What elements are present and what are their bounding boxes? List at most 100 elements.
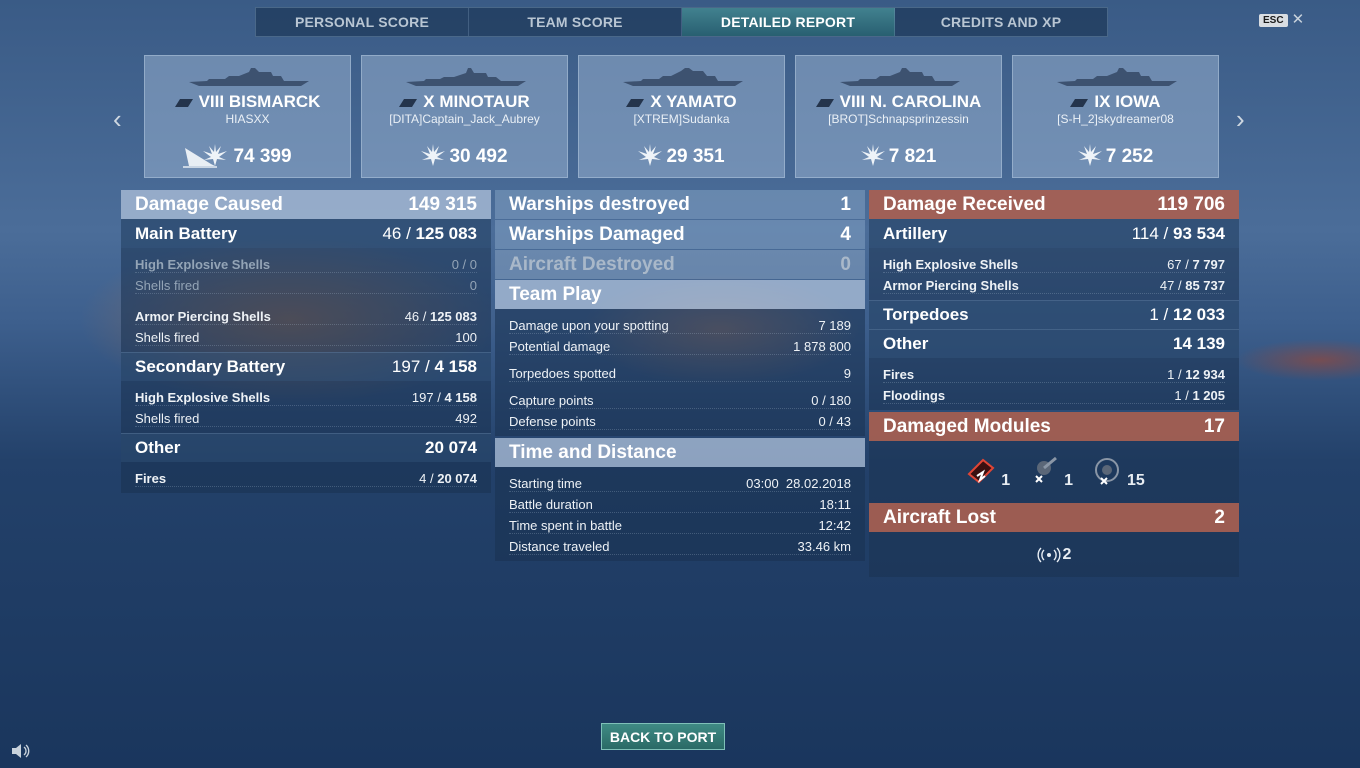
module-stat: 15	[1089, 454, 1145, 490]
close-icon[interactable]: ✕	[1292, 12, 1305, 27]
other-caused-section: Fires 4 / 20 074	[121, 462, 491, 493]
tab-detailed-report[interactable]: DETAILED REPORT	[682, 8, 895, 36]
stat-row: Starting time 03:00 28.02.2018	[509, 471, 851, 492]
cruiser-class-icon	[399, 98, 418, 107]
stat-row: Time spent in battle 12:42	[509, 513, 851, 534]
stat-row: Fires 1 / 12 934	[883, 362, 1225, 383]
stat-row: Battle duration 18:11	[509, 492, 851, 513]
main-battery-value: 46 / 125 083	[382, 223, 477, 243]
ship-name: IOWA	[1115, 92, 1161, 111]
other-caused-header: Other 20 074	[121, 433, 491, 462]
ship-title: VIII BISMARCK	[145, 92, 350, 112]
artillery-section: High Explosive Shells 67 / 7 797 Armor Pi…	[869, 248, 1239, 300]
ship-tier: VIII	[198, 92, 225, 111]
stat-row: Shells fired 100	[135, 325, 477, 346]
spotter-plane-icon	[1036, 547, 1061, 562]
stat-row: Distance traveled 33.46 km	[509, 534, 851, 555]
player-name: [BROT]Schnapsprinzessin	[828, 112, 969, 126]
explosion-icon	[1077, 144, 1102, 166]
aircraft-lost-icons: 2	[869, 532, 1239, 577]
explosion-icon	[860, 144, 885, 166]
stat-row: Armor Piercing Shells 47 / 85 737	[883, 273, 1225, 294]
stat-row: Potential damage 1 878 800	[509, 334, 851, 355]
aircraft-destroyed-row: Aircraft Destroyed 0	[495, 250, 865, 279]
stat-row: Damage upon your spotting 7 189	[509, 313, 851, 334]
ship-card[interactable]: VIII BISMARCK HIASXX 74 399	[144, 55, 351, 178]
speaker-icon[interactable]	[10, 742, 30, 760]
stat-row: Shells fired 492	[135, 406, 477, 427]
stat-row: Floodings 1 / 1 205	[883, 383, 1225, 404]
damage-value: 7 252	[1105, 146, 1154, 167]
aircraft-lost-count: 2	[1062, 545, 1072, 563]
battle-summary-panel: Warships destroyed 1 Warships Damaged 4 Ai…	[495, 190, 865, 561]
explosion-icon	[203, 144, 228, 166]
ship-damage: 30 492	[362, 144, 567, 168]
damage-value: 30 492	[449, 146, 508, 167]
tab-team-score[interactable]: TEAM SCORE	[469, 8, 682, 36]
ship-name: YAMATO	[666, 92, 737, 111]
prev-arrow-icon[interactable]: ‹	[113, 104, 122, 135]
player-name: [S-H_2]skydreamer08	[1057, 112, 1174, 126]
damage-caused-label: Damage Caused	[135, 193, 283, 215]
player-name: HIASXX	[225, 112, 270, 126]
ship-card[interactable]: IX IOWA [S-H_2]skydreamer08 7 252	[1012, 55, 1219, 178]
stat-row: Defense points 0 / 43	[509, 409, 851, 430]
ship-tier: X	[423, 92, 435, 111]
secondary-battery-header: Secondary Battery 197 / 4 158	[121, 352, 491, 381]
time-distance-section: Starting time 03:00 28.02.2018 Battle dur…	[495, 467, 865, 561]
stat-row: High Explosive Shells 67 / 7 797	[883, 252, 1225, 273]
stat-row: Shells fired 0	[135, 273, 477, 294]
ship-title: X YAMATO	[579, 92, 784, 112]
ship-damage: 74 399	[145, 144, 350, 168]
damage-caused-panel: Damage Caused 149 315 Main Battery 46 / 12…	[121, 190, 491, 493]
stat-row: High Explosive Shells 197 / 4 158	[135, 385, 477, 406]
ship-title: IX IOWA	[1013, 92, 1218, 112]
damage-value: 74 399	[233, 146, 292, 167]
other-received-section: Fires 1 / 12 934 Floodings 1 / 1 205	[869, 358, 1239, 410]
ship-damage: 7 252	[1013, 144, 1218, 168]
module-stat: 1	[963, 454, 1010, 490]
ship-card[interactable]: X MINOTAUR [DITA]Captain_Jack_Aubrey 30 …	[361, 55, 568, 178]
team-play-header: Team Play	[495, 280, 865, 309]
ship-damage: 7 821	[796, 144, 1001, 168]
time-distance-header: Time and Distance	[495, 438, 865, 467]
stat-row: Capture points 0 / 180	[509, 388, 851, 409]
battleship-silhouette-icon	[623, 68, 743, 86]
ship-tier: X	[650, 92, 662, 111]
aa-gun-disabled-icon	[1095, 458, 1119, 485]
battleship-silhouette-icon	[1057, 68, 1177, 86]
artillery-header: Artillery 114 / 93 534	[869, 219, 1239, 248]
other-received-header: Other 14 139	[869, 329, 1239, 358]
battleship-class-icon	[174, 98, 193, 107]
warships-damaged-row: Warships Damaged 4	[495, 220, 865, 249]
back-to-port-button[interactable]: BACK TO PORT	[601, 723, 725, 750]
main-battery-section: High Explosive Shells 0 / 0 Shells fired 0…	[121, 248, 491, 352]
aircraft-lost-header: Aircraft Lost 2	[869, 503, 1239, 532]
ship-title: VIII N. CAROLINA	[796, 92, 1001, 112]
next-arrow-icon[interactable]: ›	[1236, 104, 1245, 135]
damage-received-panel: Damage Received 119 706 Artillery 114 / 93…	[869, 190, 1239, 577]
damage-received-header: Damage Received 119 706	[869, 190, 1239, 219]
tab-personal-score[interactable]: PERSONAL SCORE	[256, 8, 469, 36]
battleship-class-icon	[815, 98, 834, 107]
tab-credits-and-xp[interactable]: CREDITS AND XP	[895, 8, 1107, 36]
stat-row: Armor Piercing Shells 46 / 125 083	[135, 304, 477, 325]
ship-name: BISMARCK	[228, 92, 321, 111]
main-battery-header: Main Battery 46 / 125 083	[121, 219, 491, 248]
explosion-icon	[638, 144, 663, 166]
stat-row: Fires 4 / 20 074	[135, 466, 477, 487]
battleship-class-icon	[1070, 98, 1089, 107]
ship-tier: IX	[1094, 92, 1111, 111]
damage-caused-header: Damage Caused 149 315	[121, 190, 491, 219]
secondary-battery-section: High Explosive Shells 197 / 4 158 Shells …	[121, 381, 491, 433]
ship-card[interactable]: VIII N. CAROLINA [BROT]Schnapsprinzessin…	[795, 55, 1002, 178]
player-name: [XTREM]Sudanka	[633, 112, 730, 126]
ship-cards: VIII BISMARCK HIASXX 74 399 X MINOTAUR […	[144, 55, 1219, 178]
esc-close-button[interactable]: ESC ✕	[1259, 12, 1305, 27]
ship-tier: VIII	[839, 92, 866, 111]
tab-bar: PERSONAL SCORE TEAM SCORE DETAILED REPOR…	[255, 7, 1108, 37]
ship-card[interactable]: X YAMATO [XTREM]Sudanka 29 351	[578, 55, 785, 178]
main-battery-label: Main Battery	[135, 223, 238, 243]
warships-destroyed-row: Warships destroyed 1	[495, 190, 865, 219]
module-stat: 1	[1026, 454, 1073, 490]
